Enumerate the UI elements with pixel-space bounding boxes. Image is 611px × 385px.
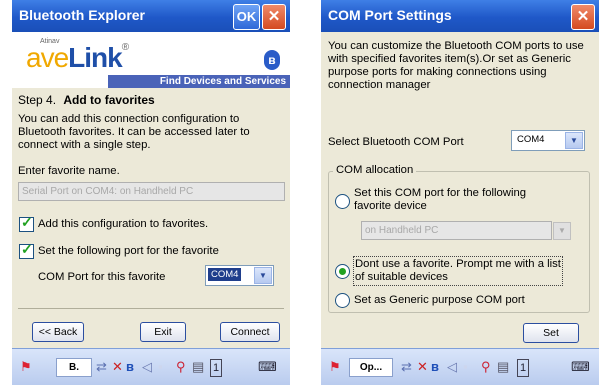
- set-button[interactable]: Set: [523, 323, 579, 343]
- settings-description: You can customize the Bluetooth COM port…: [328, 40, 584, 91]
- calendar-icon[interactable]: 1: [210, 359, 223, 377]
- radio-prompt-devices[interactable]: [335, 264, 350, 279]
- add-config-label: Add this configuration to favorites.: [38, 218, 209, 230]
- close-button[interactable]: ✕: [571, 4, 595, 30]
- favorite-name-label: Enter favorite name.: [18, 165, 120, 177]
- taskbar-window[interactable]: Op...: [349, 358, 393, 377]
- calendar-icon[interactable]: 1: [517, 359, 530, 377]
- taskbar: ⚑ Op... ⇄ ✕ ʙ ◁ ▪ ⚲ ▤ 1 ⌨: [321, 348, 599, 385]
- radio-set-favorite[interactable]: [335, 194, 350, 209]
- radio-prompt-devices-label: Dont use a favorite. Prompt me with a li…: [353, 256, 563, 286]
- keyboard-icon[interactable]: ⌨: [258, 359, 277, 375]
- volume-icon[interactable]: ◁: [142, 359, 152, 375]
- back-button[interactable]: << Back: [32, 322, 84, 342]
- taskbar-window[interactable]: B.: [56, 358, 92, 377]
- network-icon[interactable]: ⇄: [401, 359, 412, 375]
- start-flag-icon[interactable]: ⚑: [329, 359, 341, 375]
- ok-button[interactable]: OK: [233, 4, 260, 30]
- title-bar: COM Port Settings ✕: [321, 0, 599, 32]
- bluetooth-explorer-screen: Bluetooth Explorer OK ✕ Atinav aveLink® …: [12, 0, 290, 385]
- connect-button[interactable]: Connect: [220, 322, 280, 342]
- step-heading: Step 4. Add to favorites: [18, 93, 155, 107]
- device-icon[interactable]: ▤: [497, 359, 509, 375]
- favorite-name-input[interactable]: Serial Port on COM4: on Handheld PC: [18, 182, 285, 201]
- device-icon[interactable]: ▤: [192, 359, 204, 375]
- set-port-checkbox[interactable]: ✓: [19, 241, 34, 259]
- bluetooth-icon[interactable]: ʙ: [126, 359, 134, 375]
- start-flag-icon[interactable]: ⚑: [20, 359, 32, 375]
- chevron-down-icon[interactable]: ▼: [254, 267, 272, 284]
- radio-generic-port[interactable]: [335, 293, 350, 308]
- bluetooth-icon[interactable]: ʙ: [431, 359, 439, 375]
- brand-subtitle: Find Devices and Services: [108, 75, 290, 88]
- title-bar: Bluetooth Explorer OK ✕: [12, 0, 290, 32]
- window-title: COM Port Settings: [328, 7, 452, 23]
- com-port-settings-screen: COM Port Settings ✕ You can customize th…: [321, 0, 599, 385]
- radio-set-favorite-label: Set this COM port for the following favo…: [354, 187, 527, 212]
- chevron-down-icon[interactable]: ▼: [553, 222, 571, 240]
- brand-banner: Atinav aveLink® ʙ Find Devices and Servi…: [12, 32, 290, 88]
- divider: [18, 308, 284, 309]
- close-button[interactable]: ✕: [262, 4, 286, 30]
- select-port-dropdown[interactable]: COM4 ▼: [511, 130, 585, 151]
- keyboard-icon[interactable]: ⌨: [571, 359, 590, 375]
- bluetooth-logo-icon: ʙ: [264, 50, 280, 70]
- exit-button[interactable]: Exit: [140, 322, 186, 342]
- com-port-label: COM Port for this favorite: [38, 271, 166, 283]
- wizard-content: Atinav aveLink® ʙ Find Devices and Servi…: [12, 32, 290, 348]
- com-port-select[interactable]: COM4 ▼: [205, 265, 274, 286]
- network-icon[interactable]: ⇄: [96, 359, 107, 375]
- set-port-label: Set the following port for the favorite: [38, 245, 219, 257]
- search-icon[interactable]: ⚲: [481, 359, 491, 375]
- settings-content: You can customize the Bluetooth COM port…: [321, 32, 599, 348]
- flag-icon: ▪: [463, 359, 468, 374]
- window-title: Bluetooth Explorer: [19, 7, 146, 23]
- step-description: You can add this connection configuratio…: [18, 113, 250, 151]
- flag-icon: ▪: [158, 359, 163, 374]
- search-icon[interactable]: ⚲: [176, 359, 186, 375]
- signal-icon[interactable]: ✕: [417, 359, 428, 375]
- radio-generic-port-label: Set as Generic purpose COM port: [354, 294, 525, 306]
- signal-icon[interactable]: ✕: [112, 359, 123, 375]
- taskbar: ⚑ B. ⇄ ✕ ʙ ◁ ▪ ⚲ ▤ 1 ⌨: [12, 348, 290, 385]
- select-port-label: Select Bluetooth COM Port: [328, 136, 464, 148]
- avelink-logo: aveLink®: [26, 42, 129, 73]
- add-config-checkbox[interactable]: ✓: [19, 214, 34, 232]
- group-label: COM allocation: [333, 164, 417, 176]
- volume-icon[interactable]: ◁: [447, 359, 457, 375]
- favorite-device-select[interactable]: on Handheld PC: [361, 221, 552, 240]
- chevron-down-icon[interactable]: ▼: [565, 132, 583, 149]
